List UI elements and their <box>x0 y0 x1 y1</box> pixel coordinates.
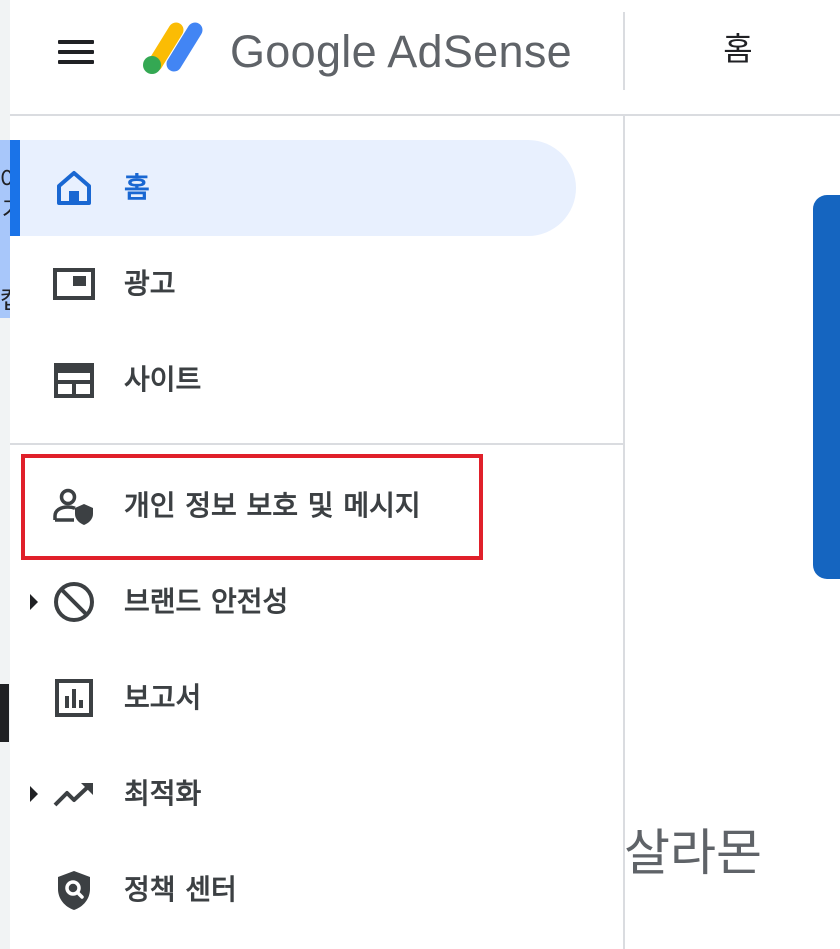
highlight-annotation-box <box>21 454 483 560</box>
main-card[interactable] <box>813 195 840 579</box>
main-menu-button[interactable] <box>56 38 96 66</box>
block-icon <box>54 582 94 622</box>
sidebar-item-optimization[interactable]: 최적화 <box>10 746 576 842</box>
background-window-dark-element <box>0 684 9 742</box>
sidebar-item-label: 사이트 <box>124 363 202 396</box>
adsense-logo-icon <box>143 22 203 74</box>
sidebar-item-label: 보고서 <box>124 681 202 714</box>
expand-caret-icon[interactable] <box>30 594 38 610</box>
header-bottom-border <box>10 114 840 116</box>
sidebar-item-sites[interactable]: 사이트 <box>10 332 576 428</box>
sidebar-item-label: 광고 <box>124 267 176 300</box>
background-window-text: 캡 <box>0 286 10 314</box>
sidebar-item-label: 브랜드 안전성 <box>124 585 289 618</box>
sidebar-item-label: 홈 <box>124 171 150 204</box>
trending-up-icon <box>53 783 93 807</box>
account-owner-name: 살라몬 <box>624 824 762 882</box>
home-icon <box>57 171 91 205</box>
sites-icon <box>54 363 94 398</box>
ads-icon <box>53 268 95 300</box>
sidebar-item-home[interactable]: 홈 <box>10 140 576 236</box>
sidebar-item-label: 정책 센터 <box>124 873 237 906</box>
header-divider <box>623 12 625 90</box>
sidebar-item-label: 최적화 <box>124 777 202 810</box>
background-window-text: 어 <box>0 166 10 194</box>
brand-wordmark: Google AdSense <box>230 26 572 77</box>
sidebar-item-brand-safety[interactable]: 브랜드 안전성 <box>10 554 576 650</box>
expand-caret-icon[interactable] <box>30 786 38 802</box>
policy-center-icon <box>58 871 90 910</box>
reports-icon <box>55 679 93 717</box>
sidebar-item-reports[interactable]: 보고서 <box>10 650 576 746</box>
sidebar-item-ads[interactable]: 광고 <box>10 236 576 332</box>
sidebar-section-divider <box>10 443 624 445</box>
page-title: 홈 <box>723 30 753 68</box>
sidebar-item-policy-center[interactable]: 정책 센터 <box>10 842 576 938</box>
